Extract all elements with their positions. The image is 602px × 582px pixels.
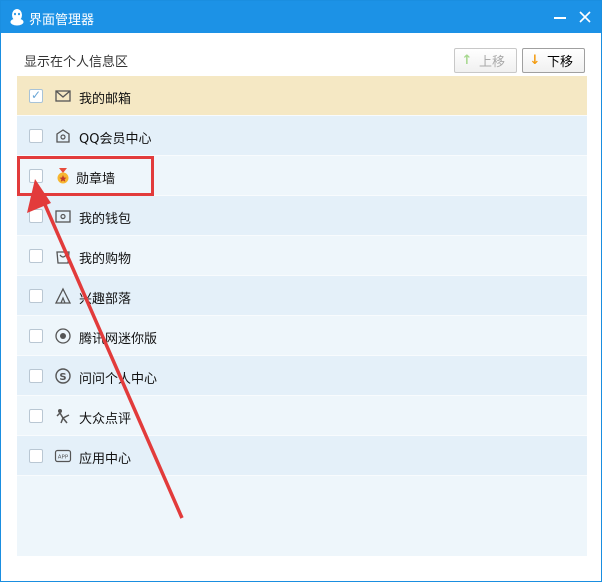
checkbox[interactable]: [29, 289, 43, 303]
checkbox[interactable]: [29, 449, 43, 463]
list-item[interactable]: 我的钱包: [17, 196, 587, 236]
window-title: 界面管理器: [29, 13, 95, 28]
list-item-label: 我的邮箱: [79, 92, 132, 107]
list-item[interactable]: S 问问个人中心: [17, 356, 587, 396]
list-item[interactable]: APP 应用中心: [17, 436, 587, 476]
move-up-button[interactable]: ↑ 上移: [454, 48, 517, 73]
section-label: 显示在个人信息区: [24, 55, 129, 70]
wenwen-icon: S: [54, 367, 72, 385]
checkbox[interactable]: [29, 169, 43, 183]
medal-icon: [54, 167, 72, 185]
list-item-label: 腾讯网迷你版: [79, 332, 158, 347]
list-item-label: 大众点评: [79, 412, 132, 427]
close-button[interactable]: [573, 5, 597, 29]
move-down-button[interactable]: ↓ 下移: [522, 48, 585, 73]
interface-manager-window: 界面管理器 显示在个人信息区 ↑ 上移 ↓ 下移 ✓ 我的邮箱 QQ会员中心 勋…: [0, 0, 602, 582]
list-item[interactable]: 兴趣部落: [17, 276, 587, 316]
list-item[interactable]: ✓ 我的邮箱: [17, 76, 587, 116]
minimize-button[interactable]: [548, 5, 572, 29]
checkbox[interactable]: [29, 329, 43, 343]
arrow-up-icon: ↑: [461, 53, 473, 68]
list-item-label: 问问个人中心: [79, 372, 158, 387]
list-item[interactable]: 腾讯网迷你版: [17, 316, 587, 356]
list-item-label: 勋章墙: [76, 172, 116, 187]
tencent-news-icon: [54, 327, 72, 345]
move-down-label: 下移: [547, 55, 574, 70]
title-bar[interactable]: 界面管理器: [1, 1, 601, 33]
list-item[interactable]: QQ会员中心: [17, 116, 587, 156]
svg-text:S: S: [59, 372, 66, 383]
list-item-label: 我的购物: [79, 252, 132, 267]
close-icon: [579, 11, 591, 23]
checkbox[interactable]: [29, 249, 43, 263]
tribe-icon: [54, 287, 72, 305]
list-item[interactable]: 我的购物: [17, 236, 587, 276]
shopping-bag-icon: [54, 247, 72, 265]
vip-icon: [54, 127, 72, 145]
list-item[interactable]: 大众点评: [17, 396, 587, 436]
checkbox[interactable]: [29, 209, 43, 223]
arrow-down-icon: ↓: [529, 53, 541, 68]
wallet-icon: [54, 207, 72, 225]
checkbox[interactable]: [29, 129, 43, 143]
checkbox[interactable]: [29, 369, 43, 383]
list-item[interactable]: 勋章墙: [17, 156, 587, 196]
svg-text:APP: APP: [58, 455, 69, 461]
checkbox[interactable]: ✓: [29, 88, 43, 103]
dianping-icon: [54, 407, 72, 425]
list-item-label: 我的钱包: [79, 212, 132, 227]
mail-icon: [54, 87, 72, 105]
app-center-icon: APP: [54, 447, 72, 465]
list-item-label: 应用中心: [79, 452, 132, 467]
checkbox[interactable]: [29, 409, 43, 423]
qq-penguin-icon: [10, 9, 24, 26]
list-item-label: QQ会员中心: [79, 132, 152, 147]
list-item-label: 兴趣部落: [79, 292, 132, 307]
item-list: ✓ 我的邮箱 QQ会员中心 勋章墙 我的钱包 我的购物 兴趣部落 腾讯网迷你版 …: [17, 76, 587, 556]
move-up-label: 上移: [479, 55, 506, 70]
